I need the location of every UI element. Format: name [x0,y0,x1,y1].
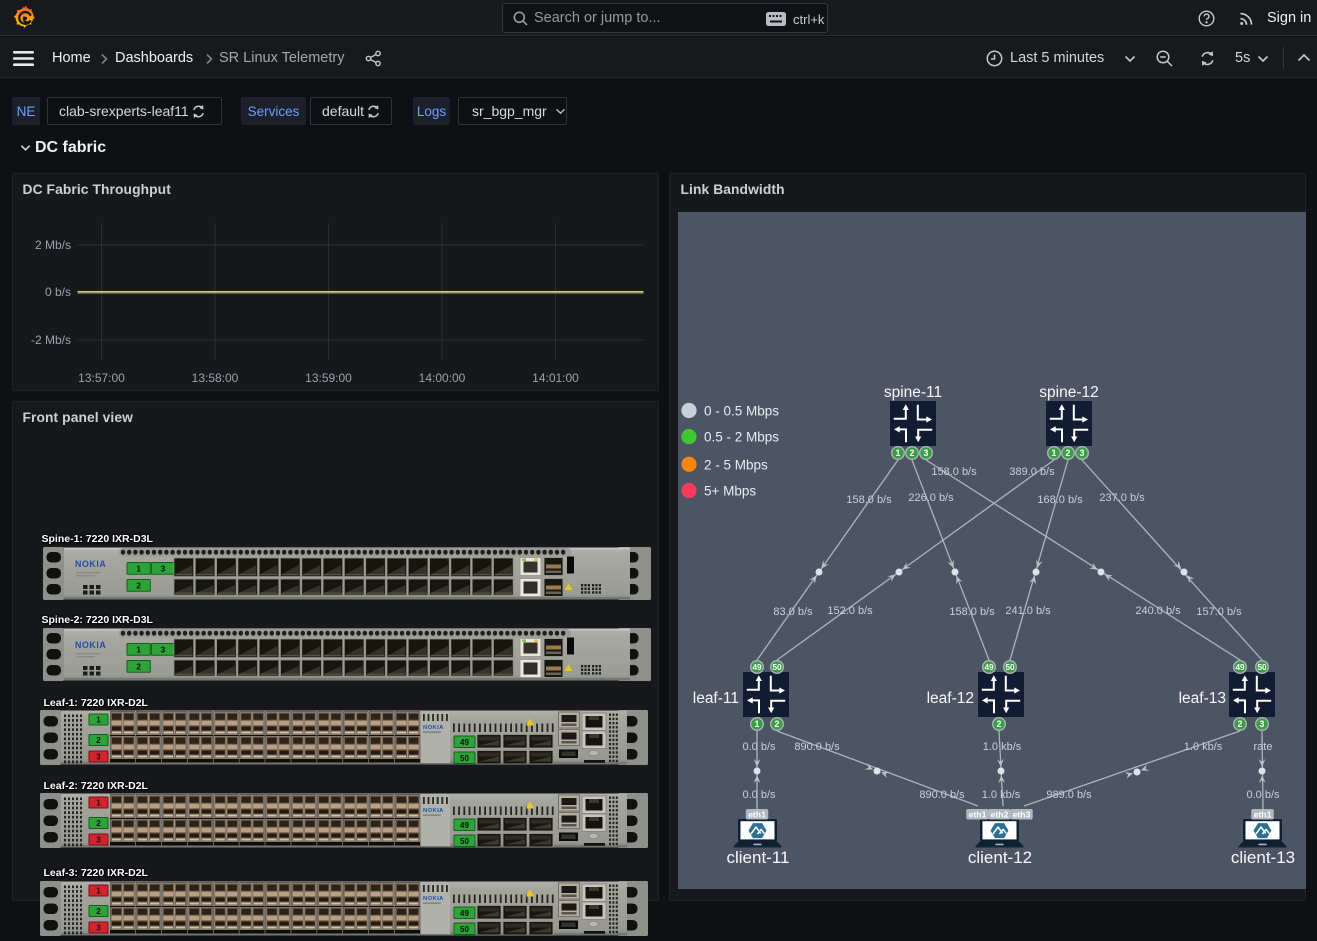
svg-text:158.0 b/s: 158.0 b/s [949,606,995,618]
svg-text:49: 49 [460,908,469,917]
svg-text:1: 1 [754,719,759,729]
svg-text:2: 2 [96,819,101,828]
svg-text:50: 50 [772,663,782,672]
svg-text:50: 50 [460,836,469,845]
svg-text:0 b/s: 0 b/s [44,285,70,299]
svg-text:14:00:00: 14:00:00 [418,371,465,385]
svg-text:3: 3 [96,752,101,761]
svg-text:spine-11: spine-11 [883,384,941,401]
svg-text:0 - 0.5 Mbps: 0 - 0.5 Mbps [704,404,779,419]
svg-text:158.0 b/s: 158.0 b/s [846,494,892,506]
svg-text:NOKIA: NOKIA [75,640,106,650]
svg-text:eth1: eth1 [1253,809,1271,819]
svg-text:client-13: client-13 [1230,848,1294,867]
svg-text:49: 49 [752,663,762,672]
svg-text:2: 2 [909,448,914,458]
svg-text:leaf-13: leaf-13 [1178,690,1225,707]
svg-text:2: 2 [96,907,101,916]
svg-text:eth1: eth1 [968,809,986,819]
svg-text:50: 50 [460,753,469,762]
svg-text:49: 49 [984,663,994,672]
svg-text:2 - 5 Mbps: 2 - 5 Mbps [704,457,768,472]
svg-text:2: 2 [96,736,101,745]
svg-text:0.0 b/s: 0.0 b/s [742,789,776,801]
svg-text:NOKIA: NOKIA [423,808,444,814]
svg-text:2 Mb/s: 2 Mb/s [34,238,70,252]
svg-text:3: 3 [923,448,928,458]
svg-text:1: 1 [1051,448,1056,458]
svg-text:1.0 kb/s: 1.0 kb/s [981,789,1020,801]
svg-text:13:59:00: 13:59:00 [305,371,352,385]
svg-text:241.0 b/s: 241.0 b/s [1005,605,1051,617]
svg-text:eth2: eth2 [990,809,1008,819]
svg-text:49: 49 [460,737,469,746]
svg-text:1: 1 [136,644,141,654]
svg-text:50: 50 [1005,663,1015,672]
svg-text:1.0 kb/s: 1.0 kb/s [982,741,1021,753]
svg-text:2: 2 [996,719,1001,729]
svg-text:2: 2 [136,661,141,671]
svg-text:49: 49 [1235,663,1245,672]
svg-text:168.0 b/s: 168.0 b/s [1037,494,1083,506]
svg-text:226.0 b/s: 226.0 b/s [908,492,954,504]
svg-text:leaf-12: leaf-12 [926,690,973,707]
svg-text:50: 50 [460,924,469,933]
svg-text:152.0 b/s: 152.0 b/s [827,605,873,617]
svg-text:389.0 b/s: 389.0 b/s [1009,466,1055,478]
svg-text:13:58:00: 13:58:00 [191,371,238,385]
svg-text:0.0 b/s: 0.0 b/s [742,741,776,753]
svg-text:890.0 b/s: 890.0 b/s [919,789,965,801]
svg-text:890.0 b/s: 890.0 b/s [794,741,840,753]
svg-text:13:57:00: 13:57:00 [78,371,125,385]
svg-text:14:01:00: 14:01:00 [532,371,579,385]
svg-text:leaf-11: leaf-11 [692,690,738,707]
svg-text:1: 1 [136,563,141,573]
svg-text:3: 3 [160,563,165,573]
svg-text:0.0 b/s: 0.0 b/s [1246,789,1280,801]
svg-text:1: 1 [96,715,101,724]
svg-text:237.0 b/s: 237.0 b/s [1099,492,1145,504]
svg-text:2: 2 [1065,448,1070,458]
svg-text:240.0 b/s: 240.0 b/s [1135,605,1181,617]
svg-text:1: 1 [96,798,101,807]
svg-text:1.0 kb/s: 1.0 kb/s [1183,741,1222,753]
svg-text:3: 3 [160,644,165,654]
svg-text:83.0 b/s: 83.0 b/s [773,606,813,618]
svg-text:2: 2 [136,580,141,590]
svg-text:989.0 b/s: 989.0 b/s [1046,789,1092,801]
svg-text:3: 3 [96,835,101,844]
svg-text:2: 2 [774,719,779,729]
svg-text:3: 3 [96,923,101,932]
svg-text:3: 3 [1259,719,1264,729]
svg-text:49: 49 [460,820,469,829]
svg-text:NOKIA: NOKIA [423,725,444,731]
svg-text:NOKIA: NOKIA [75,559,106,569]
svg-text:158.0 b/s: 158.0 b/s [931,466,977,478]
svg-text:3: 3 [1079,448,1084,458]
svg-text:eth3: eth3 [1012,809,1030,819]
svg-text:NOKIA: NOKIA [423,896,444,902]
svg-text:client-11: client-11 [726,848,789,867]
svg-text:1: 1 [895,448,900,458]
svg-text:2: 2 [1237,719,1242,729]
svg-text:5+ Mbps: 5+ Mbps [704,484,756,499]
svg-text:eth1: eth1 [748,809,766,819]
svg-text:157.0 b/s: 157.0 b/s [1196,606,1242,618]
svg-text:0.5 - 2 Mbps: 0.5 - 2 Mbps [704,430,779,445]
svg-text:client-12: client-12 [967,848,1031,867]
svg-text:spine-12: spine-12 [1039,384,1098,401]
svg-text:-2 Mb/s: -2 Mb/s [30,333,70,347]
svg-text:rate: rate [1253,741,1272,753]
svg-text:50: 50 [1257,663,1267,672]
